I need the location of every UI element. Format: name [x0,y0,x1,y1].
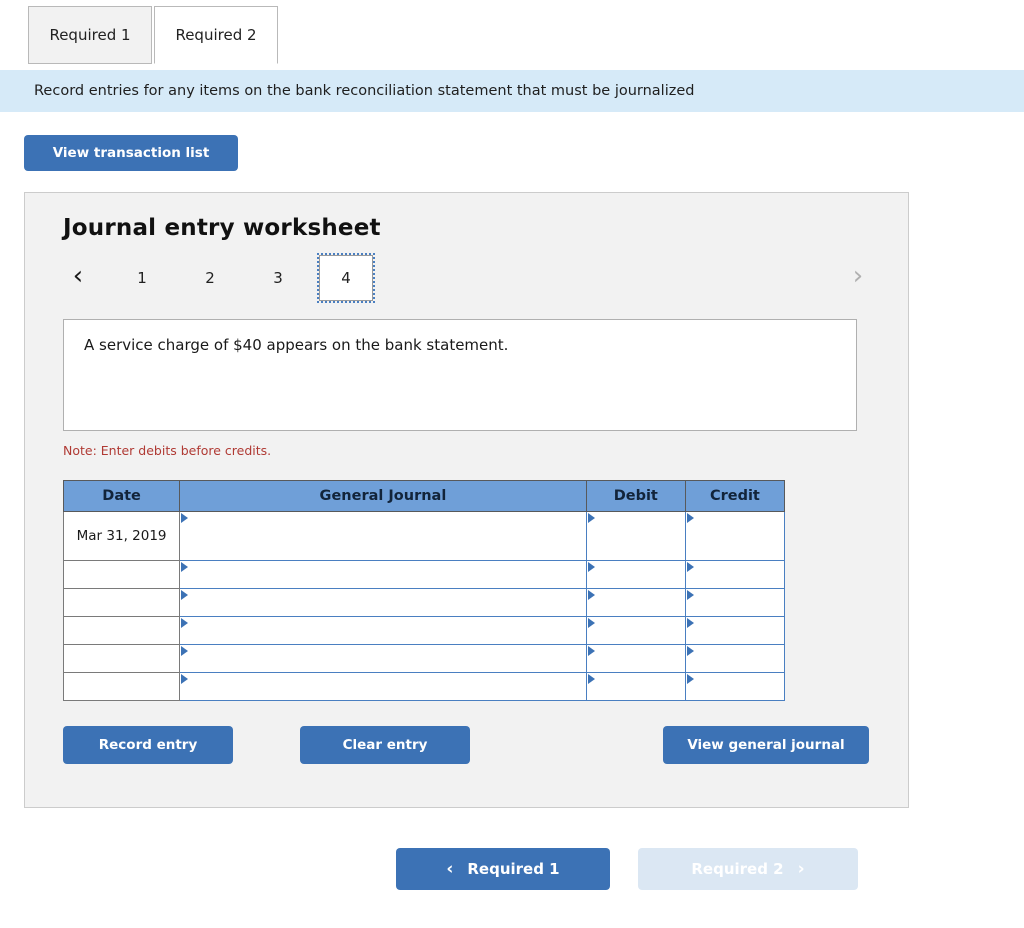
cell-date[interactable]: Mar 31, 2019 [62,511,181,561]
cell-credit[interactable] [684,672,786,701]
tab-required-1[interactable]: Required 1 [28,6,152,64]
nav-required-1-button[interactable]: ‹ Required 1 [396,848,610,890]
worksheet-pager: ‹ 1 2 3 4 › [63,253,873,305]
cell-date[interactable] [62,644,181,673]
nav-required-2-label: Required 2 [691,860,784,878]
cell-dropdown-marker-icon [686,590,694,600]
table-row [62,560,786,589]
table-row [62,616,786,645]
cell-debit[interactable] [585,644,686,673]
clear-entry-button[interactable]: Clear entry [300,726,470,764]
cell-dropdown-marker-icon [181,590,189,600]
tab-required-1-label: Required 1 [49,26,131,44]
cell-general-journal[interactable] [179,616,587,645]
column-header-credit: Credit [684,480,786,512]
table-row: Mar 31, 2019 [62,511,786,561]
cell-debit[interactable] [585,616,686,645]
cell-dropdown-marker-icon [587,590,595,600]
cell-dropdown-marker-icon [686,513,694,523]
table-row [62,644,786,673]
debits-before-credits-note: Note: Enter debits before credits. [63,443,272,458]
cell-dropdown-marker-icon [587,562,595,572]
pager-page-2[interactable]: 2 [183,255,237,301]
cell-dropdown-marker-icon [181,562,189,572]
column-header-debit: Debit [585,480,686,512]
cell-credit[interactable] [684,511,786,561]
cell-debit[interactable] [585,588,686,617]
cell-dropdown-marker-icon [686,618,694,628]
tab-required-2-label: Required 2 [175,26,257,44]
nav-required-1-label: Required 1 [467,860,560,878]
chevron-right-icon: › [797,858,805,879]
table-row [62,588,786,617]
table-row [62,672,786,701]
cell-dropdown-marker-icon [587,513,595,523]
tab-bar: Required 1 Required 2 [0,0,1024,70]
cell-dropdown-marker-icon [587,618,595,628]
view-general-journal-button[interactable]: View general journal [663,726,869,764]
cell-debit[interactable] [585,511,686,561]
journal-entry-table: Date General Journal Debit Credit Mar 31… [62,480,786,701]
column-header-date: Date [62,480,181,512]
cell-debit[interactable] [585,560,686,589]
record-entry-button[interactable]: Record entry [63,726,233,764]
tab-required-2[interactable]: Required 2 [154,6,278,64]
instruction-bar: Record entries for any items on the bank… [0,70,1024,112]
transaction-description-box: A service charge of $40 appears on the b… [63,319,857,431]
cell-general-journal[interactable] [179,511,587,561]
cell-dropdown-marker-icon [181,674,189,684]
page-title: Journal entry worksheet [63,215,381,241]
nav-required-2-button: Required 2 › [638,848,858,890]
cell-dropdown-marker-icon [181,618,189,628]
cell-credit[interactable] [684,588,786,617]
cell-general-journal[interactable] [179,644,587,673]
pager-page-3[interactable]: 3 [251,255,305,301]
journal-entry-worksheet-panel: Journal entry worksheet ‹ 1 2 3 4 › A se… [24,192,909,808]
cell-dropdown-marker-icon [587,674,595,684]
transaction-description-text: A service charge of $40 appears on the b… [84,336,509,354]
instruction-text: Record entries for any items on the bank… [34,83,695,99]
cell-dropdown-marker-icon [686,646,694,656]
cell-dropdown-marker-icon [686,674,694,684]
cell-date[interactable] [62,560,181,589]
cell-dropdown-marker-icon [686,562,694,572]
table-header-row: Date General Journal Debit Credit [62,480,786,512]
chevron-right-icon[interactable]: › [843,259,873,293]
cell-credit[interactable] [684,616,786,645]
cell-credit[interactable] [684,560,786,589]
column-header-general-journal: General Journal [179,480,587,512]
cell-dropdown-marker-icon [181,646,189,656]
footer-navigation: ‹ Required 1 Required 2 › [0,848,1024,892]
cell-credit[interactable] [684,644,786,673]
cell-general-journal[interactable] [179,672,587,701]
cell-general-journal[interactable] [179,560,587,589]
pager-page-1[interactable]: 1 [115,255,169,301]
pager-page-4[interactable]: 4 [317,253,375,303]
cell-date[interactable] [62,616,181,645]
cell-dropdown-marker-icon [587,646,595,656]
cell-date[interactable] [62,588,181,617]
view-transaction-list-button[interactable]: View transaction list [24,135,238,171]
chevron-left-icon: ‹ [446,858,454,879]
cell-dropdown-marker-icon [181,513,189,523]
cell-date[interactable] [62,672,181,701]
cell-debit[interactable] [585,672,686,701]
chevron-left-icon[interactable]: ‹ [63,259,93,293]
cell-general-journal[interactable] [179,588,587,617]
